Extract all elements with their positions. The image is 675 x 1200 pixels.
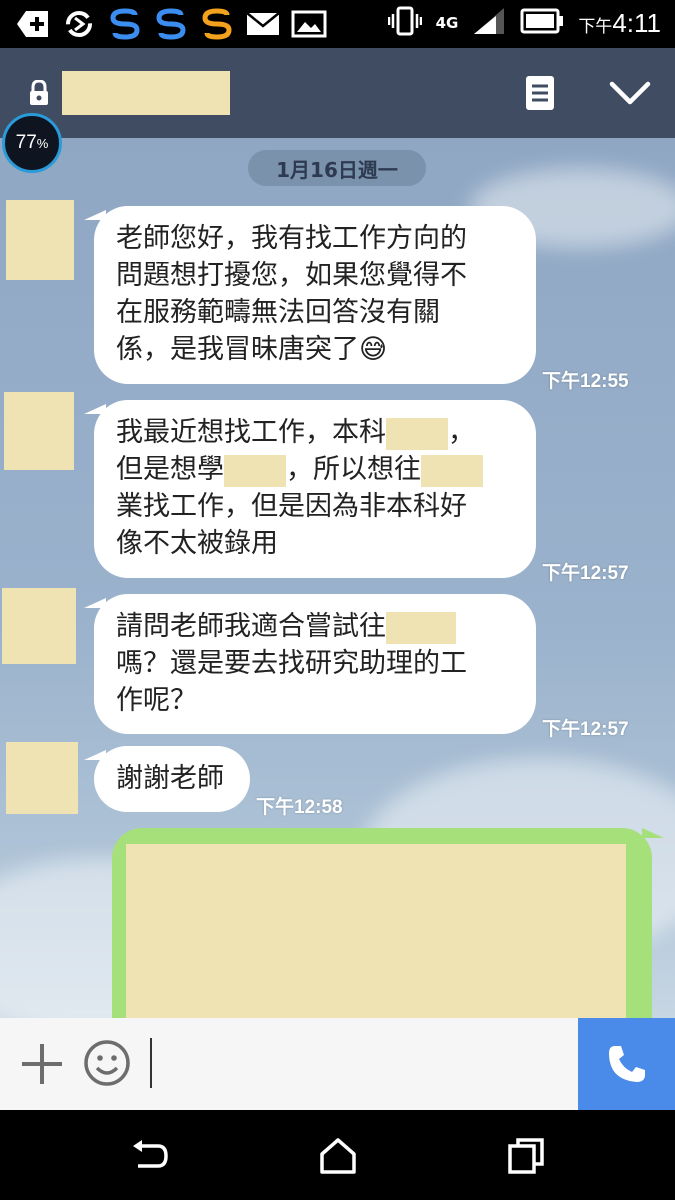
text-cursor (150, 1038, 152, 1088)
recents-button[interactable] (504, 1134, 548, 1178)
lock-icon (28, 79, 50, 110)
chevron-down-icon (609, 81, 651, 105)
back-icon (133, 1140, 168, 1168)
redacted-text (386, 417, 448, 450)
battery-icon (520, 8, 564, 38)
message-time: 下午12:57 (542, 719, 629, 740)
collapse-button[interactable] (608, 78, 652, 108)
chat-area[interactable]: 1月16日週一 老師您好，我有找工作方向的 問題想打擾您，如果您覺得不 在服務範… (0, 138, 675, 1018)
add-attachment-button[interactable] (18, 1040, 66, 1088)
image-icon (290, 6, 328, 42)
status-bar: 4G 下午4:11 (0, 0, 675, 48)
chat-header (0, 48, 675, 138)
avatar[interactable] (2, 588, 76, 664)
vibrate-icon (387, 6, 422, 40)
memo-icon (526, 76, 554, 110)
status-clock: 下午4:11 (578, 7, 661, 38)
message-time: 下午12:55 (542, 371, 629, 392)
memo-button[interactable] (524, 74, 556, 112)
call-button[interactable] (578, 1018, 675, 1110)
battery-widget[interactable]: 77% (2, 113, 62, 173)
back-button[interactable] (128, 1134, 172, 1178)
recents-icon (508, 1138, 544, 1174)
avatar[interactable] (4, 392, 74, 470)
plus-icon (22, 1044, 62, 1084)
s-app-icon-orange (198, 6, 236, 42)
home-button[interactable] (316, 1134, 360, 1178)
date-divider: 1月16日週一 (248, 150, 426, 186)
message-input[interactable] (150, 1036, 570, 1092)
home-icon (320, 1138, 356, 1174)
phone-icon (608, 1046, 645, 1082)
message-time: 下午12:57 (542, 563, 629, 584)
sticker-button[interactable] (82, 1038, 132, 1088)
mail-icon (244, 6, 282, 42)
message-time: 下午12:58 (256, 797, 343, 818)
avatar[interactable] (6, 200, 74, 280)
redacted-content (126, 844, 626, 1018)
avatar[interactable] (6, 742, 78, 814)
laughing-emoji-icon: 😅 (359, 334, 388, 365)
contact-name[interactable] (62, 71, 230, 115)
navigation-bar (0, 1110, 675, 1200)
add-icon (14, 6, 52, 42)
smiley-icon (84, 1040, 130, 1086)
bubble-tail (642, 828, 664, 838)
s-app-icon (152, 6, 190, 42)
redacted-text (421, 454, 483, 487)
message-bubble[interactable]: 老師您好，我有找工作方向的 問題想打擾您，如果您覺得不 在服務範疇無法回答沒有關… (94, 206, 536, 384)
message-input-bar (0, 1018, 675, 1110)
s-app-icon (106, 6, 144, 42)
redacted-text (224, 454, 286, 487)
signal-icon (472, 6, 506, 40)
message-bubble[interactable]: 我最近想找工作，本科， 但是想學 ，所以想往 業找工作，但是因為非本科好 像不太被… (94, 400, 536, 578)
network-type-label: 4G (435, 13, 459, 32)
redacted-text (386, 611, 456, 644)
message-bubble[interactable]: 謝謝老師 (94, 746, 250, 812)
sync-icon (60, 6, 98, 42)
message-bubble[interactable]: 請問老師我適合嘗試往 嗎？還是要去找研究助理的工 作呢？ (94, 594, 536, 734)
